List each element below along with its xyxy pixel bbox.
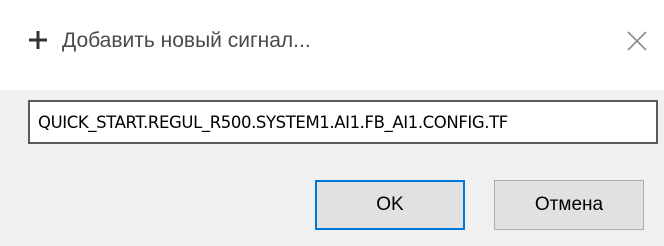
ok-button[interactable]: OK	[315, 180, 465, 230]
plus-icon	[29, 31, 47, 49]
close-icon[interactable]	[624, 28, 650, 54]
title-bar: Добавить новый сигнал...	[0, 0, 664, 90]
cancel-button[interactable]: Отмена	[494, 180, 644, 230]
signal-name-input[interactable]	[28, 100, 658, 144]
dialog-title: Добавить новый сигнал...	[62, 29, 311, 52]
add-signal-dialog: Добавить новый сигнал... OK Отмена	[0, 0, 664, 246]
